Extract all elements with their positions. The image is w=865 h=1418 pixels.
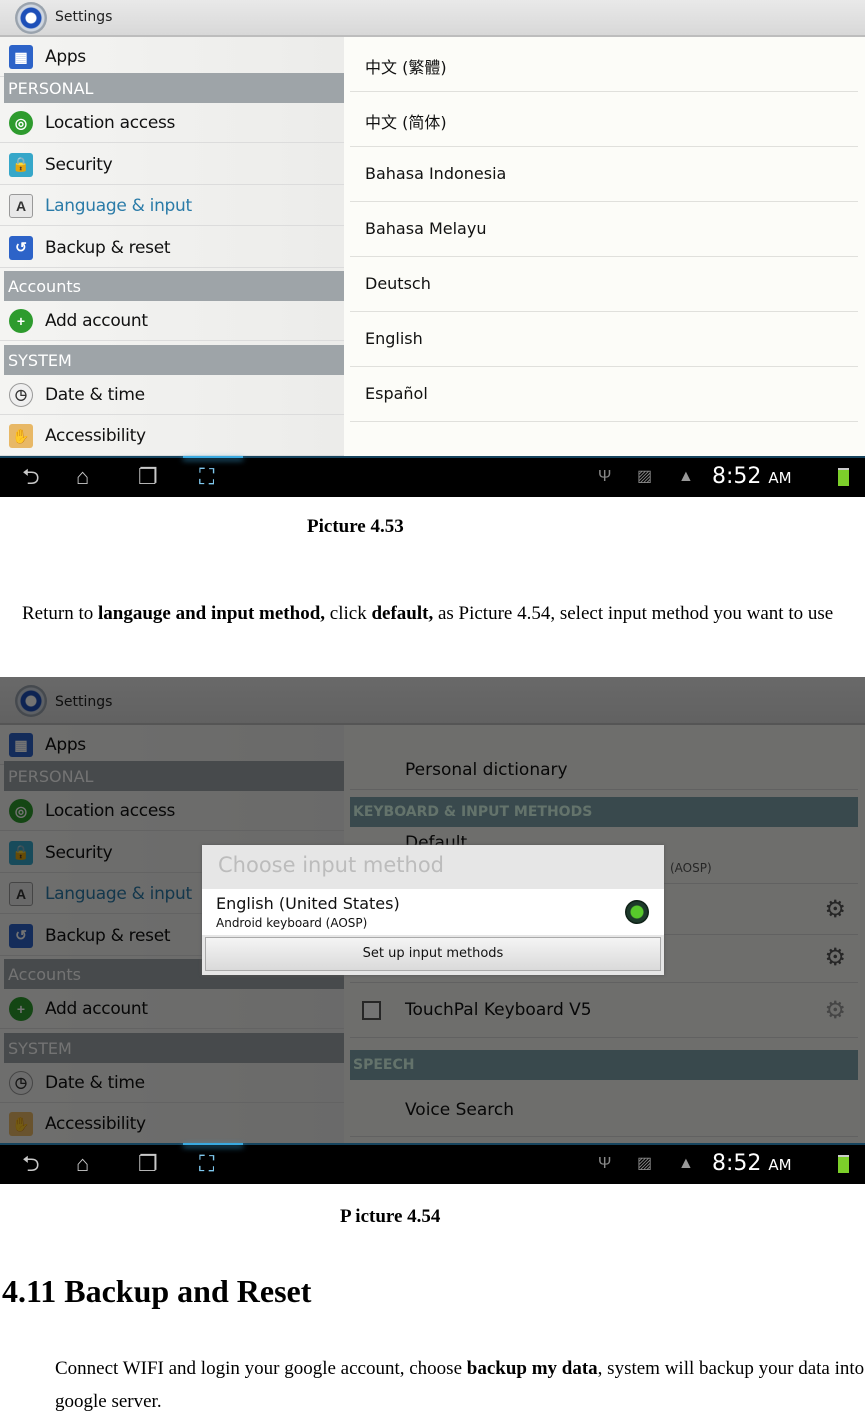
location-icon: ◎ [9, 111, 33, 135]
text: Connect WIFI and login your google accou… [55, 1358, 467, 1379]
settings-title: Settings [55, 9, 113, 25]
language-icon: A [9, 194, 33, 218]
apps-icon: ▦ [9, 45, 33, 69]
input-method-option[interactable]: English (United States) Android keyboard… [202, 889, 664, 935]
sidebar-item-label: Accessibility [45, 426, 146, 446]
sidebar-item-location-access[interactable]: ◎ Location access [0, 103, 344, 143]
home-icon[interactable]: ⌂ [76, 466, 89, 488]
language-label: 中文 (繁體) [365, 58, 447, 77]
sidebar-item-security[interactable]: 🔒 Security [0, 145, 344, 185]
sidebar-item-apps[interactable]: ▦ Apps [0, 37, 344, 77]
battery-icon [838, 1155, 849, 1173]
bold-text: default, [371, 603, 434, 624]
settings-sidebar: ▦ Apps PERSONAL ◎ Location access 🔒 Security AL… [0, 37, 344, 456]
caption-picture-4-53: Picture 4.53 [307, 516, 404, 537]
back-icon[interactable]: ⮌ [22, 466, 40, 488]
language-label: 中文 (简体) [365, 113, 447, 132]
clock: 8:52 AM [712, 464, 792, 489]
backup-icon: ↺ [9, 235, 33, 260]
image-icon: ▨ [637, 468, 653, 485]
usb-icon: Ψ [598, 1155, 612, 1172]
sidebar-item-label: Location access [45, 113, 176, 133]
setup-input-methods-button[interactable]: Set up input methods [205, 937, 661, 971]
bold-text: langauge and input method, [98, 603, 326, 624]
lock-icon: 🔒 [9, 152, 33, 177]
warning-icon: ▲ [678, 468, 694, 485]
add-icon: + [9, 309, 33, 333]
sidebar-item-label: Security [45, 154, 113, 175]
screenshot-icon[interactable]: ⛶ [199, 466, 214, 488]
section-paragraph: Connect WIFI and login your google accou… [55, 1352, 865, 1418]
text: click [325, 603, 372, 624]
language-label: Deutsch [365, 274, 431, 293]
sidebar-item-date-time[interactable]: ◷ Date & time [0, 375, 344, 415]
bold-text: backup my data [466, 1358, 598, 1379]
caption-picture-4-54: P icture 4.54 [340, 1206, 441, 1227]
image-icon: ▨ [637, 1155, 653, 1172]
screenshot-highlight [183, 456, 243, 458]
system-navbar: ⮌ ⌂ ❐ ⛶ Ψ ▨ ▲ 8:52 AM [0, 456, 865, 497]
language-item[interactable]: 中文 (简体) [350, 92, 858, 147]
language-label: English [365, 329, 423, 348]
screenshot-language-list: Settings ▦ Apps PERSONAL ◎ Location access 🔒 S… [0, 0, 865, 497]
usb-icon: Ψ [598, 468, 612, 485]
option-subtitle: Android keyboard (AOSP) [216, 916, 368, 930]
screenshot-input-method: Settings ▦AppsPERSONAL◎Location access🔒S… [0, 677, 865, 1184]
system-navbar: ⮌ ⌂ ❐ ⛶ Ψ ▨ ▲ 8:52 AM [0, 1143, 865, 1184]
language-item[interactable]: Español [350, 367, 858, 422]
sidebar-item-accessibility[interactable]: ✋ Accessibility [0, 416, 344, 456]
settings-titlebar: Settings [0, 0, 865, 37]
language-item[interactable]: Bahasa Indonesia [350, 147, 858, 202]
clock-icon: ◷ [9, 382, 33, 407]
recent-apps-icon[interactable]: ❐ [138, 1153, 158, 1175]
dialog-title: Choose input method [218, 853, 444, 877]
sidebar-item-language-input[interactable]: A Language & input [0, 186, 344, 226]
sidebar-item-label: Add account [45, 311, 148, 331]
language-item[interactable]: English [350, 312, 858, 367]
language-label: Bahasa Melayu [365, 219, 487, 238]
recent-apps-icon[interactable]: ❐ [138, 466, 158, 488]
instruction-paragraph: Return to langauge and input method, cli… [0, 597, 865, 630]
sidebar-item-label: Date & time [45, 384, 145, 405]
radio-selected-icon[interactable] [625, 900, 649, 924]
hand-icon: ✋ [9, 424, 33, 448]
language-label: Español [365, 384, 428, 403]
language-item[interactable]: Deutsch [350, 257, 858, 312]
sidebar-item-label: Apps [45, 47, 86, 67]
back-icon[interactable]: ⮌ [22, 1153, 40, 1175]
screenshot-highlight [183, 1143, 243, 1145]
settings-gear-icon [15, 2, 47, 34]
text: as Picture 4.54, select input method you… [433, 603, 834, 624]
sidebar-item-label: Language & input [45, 196, 192, 216]
sidebar-item-label: Backup & reset [45, 237, 171, 258]
sidebar-section-header: Accounts [4, 271, 344, 301]
battery-icon [838, 468, 849, 486]
option-title: English (United States) [216, 894, 400, 913]
sidebar-section-header: PERSONAL [4, 73, 344, 103]
clock: 8:52 AM [712, 1151, 792, 1176]
warning-icon: ▲ [678, 1155, 694, 1172]
section-heading: 4.11 Backup and Reset [2, 1273, 312, 1309]
choose-input-method-dialog: Choose input method English (United Stat… [202, 845, 664, 975]
home-icon[interactable]: ⌂ [76, 1153, 89, 1175]
sidebar-item-add-account[interactable]: + Add account [0, 301, 344, 341]
language-list: 中文 (繁體) 中文 (简体) Bahasa Indonesia Bahasa Mel… [344, 37, 865, 456]
sidebar-item-backup-reset[interactable]: ↺ Backup & reset [0, 228, 344, 268]
text: Return to [22, 603, 98, 624]
screenshot-icon[interactable]: ⛶ [199, 1153, 214, 1175]
sidebar-section-header: SYSTEM [4, 344, 344, 375]
language-item[interactable]: Bahasa Melayu [350, 202, 858, 257]
language-label: Bahasa Indonesia [365, 164, 507, 183]
language-item[interactable]: 中文 (繁體) [350, 37, 858, 92]
